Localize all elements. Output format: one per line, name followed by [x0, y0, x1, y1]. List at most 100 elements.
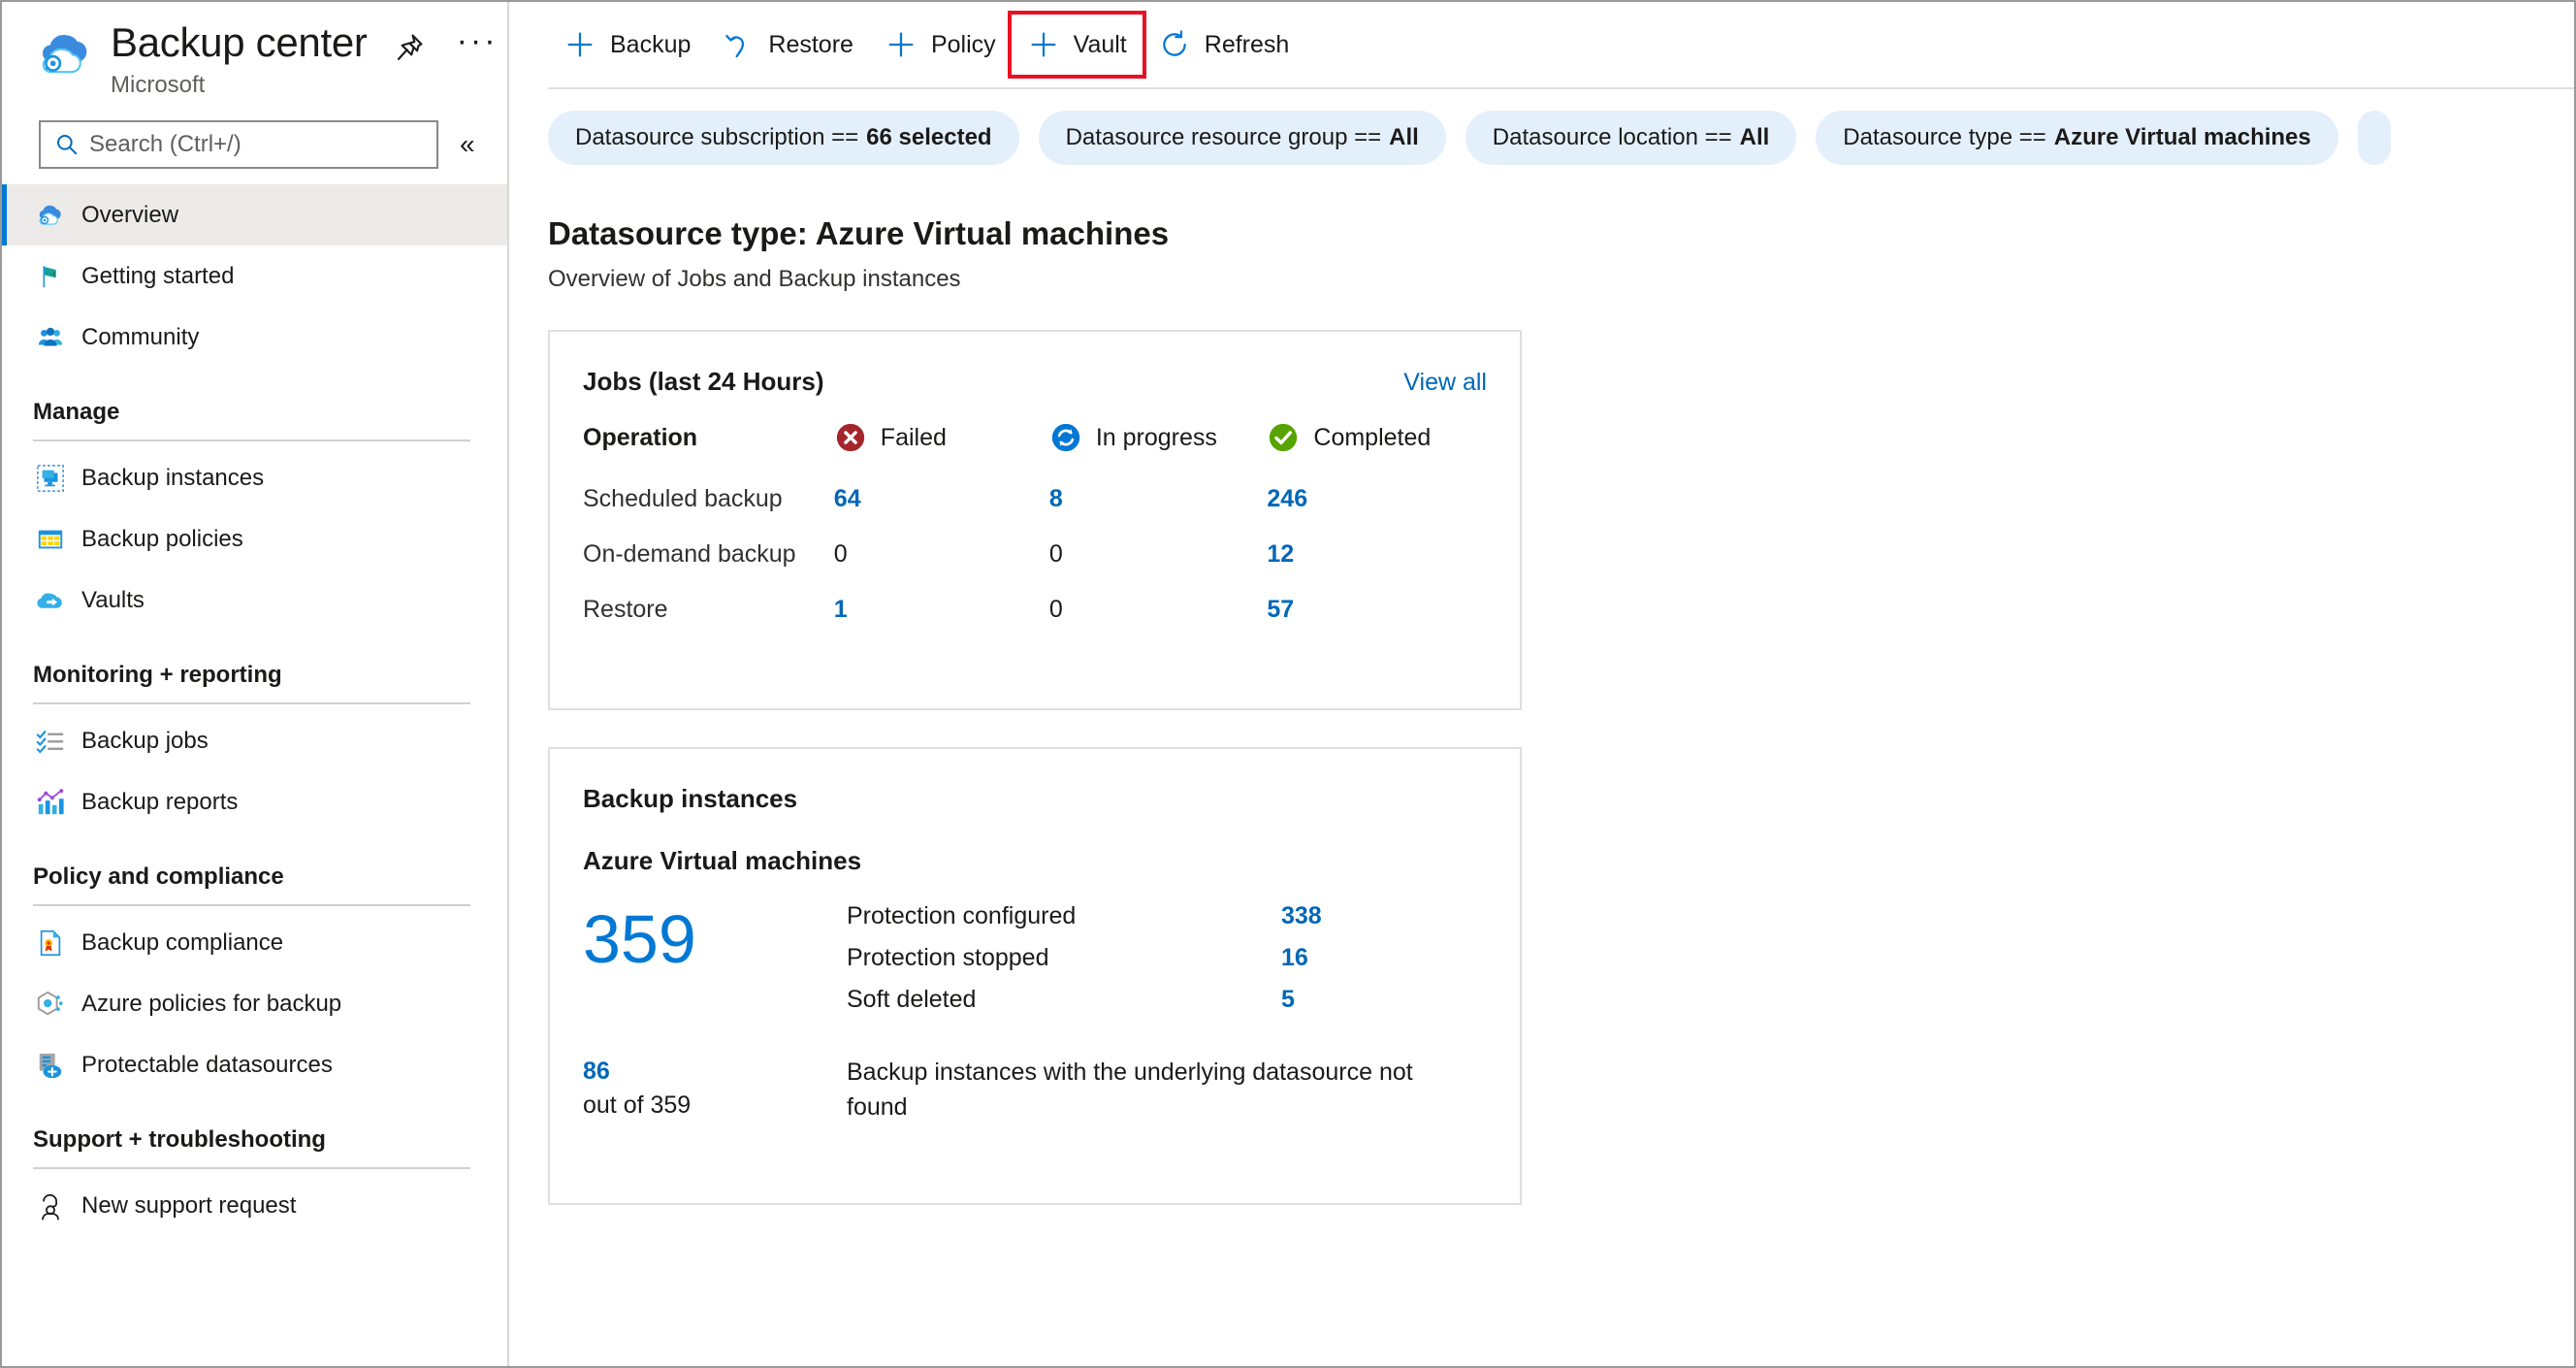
jobs-table-header-row: Operation Failed In progress Completed [583, 421, 1487, 472]
refresh-icon [1158, 28, 1191, 61]
support-person-icon [35, 1190, 66, 1221]
instances-datasource-type: Azure Virtual machines [583, 846, 862, 875]
failed-count-link[interactable]: 64 [834, 485, 861, 512]
column-label: Completed [1313, 423, 1432, 451]
completed-count-link[interactable]: 246 [1267, 485, 1307, 512]
sidebar-item-protectable-datasources[interactable]: Protectable datasources [2, 1034, 507, 1095]
sidebar-item-backup-policies[interactable]: Backup policies [2, 508, 507, 570]
search-row: « [2, 111, 507, 169]
completed-count-link[interactable]: 57 [1267, 596, 1294, 623]
bar-chart-icon [35, 787, 66, 818]
in-progress-count-link[interactable]: 8 [1049, 485, 1063, 512]
sidebar-divider [33, 1167, 470, 1169]
sidebar-group-title-policy: Policy and compliance [33, 863, 284, 890]
filter-pill-datasource-location[interactable]: Datasource location == All [1465, 111, 1797, 165]
restore-arrow-icon [722, 28, 755, 61]
list-item: Soft deleted 5 [847, 986, 1487, 1014]
success-circle-icon [1267, 421, 1300, 454]
sidebar-item-overview[interactable]: Overview [2, 184, 507, 245]
stat-label: Protection stopped [847, 944, 1049, 971]
vault-button[interactable]: Vault [1007, 11, 1146, 79]
filter-pill-overflow[interactable] [2357, 111, 2391, 165]
table-row: On-demand backup 0 0 12 [583, 527, 1487, 582]
pin-icon[interactable] [393, 31, 426, 64]
jobs-column-operation: Operation [583, 421, 834, 472]
row-failed: 1 [834, 582, 1049, 637]
jobs-card-title: Jobs (last 24 Hours) [583, 367, 824, 396]
sidebar-header: Backup center Microsoft ··· [2, 2, 507, 111]
sidebar-item-backup-compliance[interactable]: Backup compliance [2, 912, 507, 973]
filter-bar: Datasource subscription == 66 selected Da… [511, 89, 2574, 165]
sidebar-item-label: Backup jobs [81, 727, 209, 754]
cmd-label: Policy [930, 30, 996, 58]
page-title: Backup center [111, 19, 368, 65]
stat-label: Protection configured [847, 902, 1077, 929]
flag-icon [35, 261, 66, 292]
stat-value-link[interactable]: 16 [1281, 944, 1308, 972]
azure-policy-icon [35, 989, 66, 1020]
content-heading: Datasource type: Azure Virtual machines … [511, 165, 2574, 295]
row-completed: 246 [1267, 472, 1487, 527]
restore-button[interactable]: Restore [706, 15, 869, 75]
search-box[interactable] [39, 120, 438, 169]
backup-center-logo-icon [35, 23, 97, 85]
plus-icon [885, 28, 918, 61]
stat-label: Soft deleted [847, 986, 977, 1013]
stat-value-link[interactable]: 338 [1281, 902, 1322, 930]
content-title: Datasource type: Azure Virtual machines [548, 215, 1170, 251]
collapse-sidebar-button[interactable]: « [460, 131, 475, 158]
sidebar-item-new-support-request[interactable]: New support request [2, 1175, 507, 1236]
sidebar-item-backup-jobs[interactable]: Backup jobs [2, 710, 507, 771]
instances-card-title: Backup instances [583, 784, 798, 813]
sidebar-item-azure-policies-for-backup[interactable]: Azure policies for backup [2, 973, 507, 1034]
sidebar-group-title-monitoring: Monitoring + reporting [33, 662, 282, 688]
instances-stat-list: Protection configured 338 Protection sto… [847, 902, 1487, 1027]
more-options-button[interactable]: ··· [457, 24, 499, 64]
sidebar-item-getting-started[interactable]: Getting started [2, 245, 507, 307]
sidebar-item-label: Overview [81, 201, 179, 228]
filter-pill-datasource-type[interactable]: Datasource type == Azure Virtual machines [1816, 111, 2338, 165]
list-item: Protection configured 338 [847, 902, 1487, 930]
filter-operator: == [831, 124, 859, 150]
jobs-column-failed: Failed [834, 421, 1049, 472]
sidebar-item-label: Backup policies [81, 525, 243, 552]
sidebar-item-label: Getting started [81, 262, 235, 289]
sidebar-item-label: Protectable datasources [81, 1051, 333, 1078]
plus-icon [564, 28, 596, 61]
backup-instances-icon [35, 463, 66, 494]
sidebar-divider [33, 702, 470, 704]
row-operation: Restore [583, 596, 668, 623]
sidebar-divider [33, 440, 470, 441]
filter-pill-datasource-resource-group[interactable]: Datasource resource group == All [1038, 111, 1446, 165]
datasource-not-found-row: 86 out of 359 Backup instances with the … [583, 1055, 1487, 1124]
not-found-description: Backup instances with the underlying dat… [847, 1059, 1413, 1121]
sidebar-header-actions: ··· [393, 24, 499, 64]
policy-button[interactable]: Policy [869, 15, 1012, 75]
refresh-button[interactable]: Refresh [1143, 15, 1305, 75]
page-subtitle-publisher: Microsoft [111, 72, 206, 98]
sidebar-item-label: Backup reports [81, 788, 239, 815]
filter-operator: == [1354, 124, 1382, 150]
row-completed: 57 [1267, 582, 1487, 637]
failed-count: 0 [833, 540, 848, 568]
completed-count-link[interactable]: 12 [1267, 540, 1294, 568]
jobs-view-all-link[interactable]: View all [1403, 369, 1487, 397]
sidebar-item-label: Community [81, 323, 200, 350]
filter-pill-datasource-subscription[interactable]: Datasource subscription == 66 selected [548, 111, 1019, 165]
community-icon [35, 322, 66, 353]
sidebar-item-label: Azure policies for backup [81, 990, 342, 1017]
sidebar-item-community[interactable]: Community [2, 307, 507, 368]
backup-button[interactable]: Backup [548, 15, 706, 75]
sidebar-item-backup-reports[interactable]: Backup reports [2, 771, 507, 832]
filter-field: Datasource subscription [575, 124, 825, 150]
row-completed: 12 [1267, 527, 1487, 582]
sidebar-item-backup-instances[interactable]: Backup instances [2, 447, 507, 508]
not-found-count-link[interactable]: 86 [583, 1055, 847, 1088]
search-input[interactable] [89, 131, 419, 158]
filter-field: Datasource type [1843, 124, 2013, 150]
stat-value-link[interactable]: 5 [1281, 986, 1295, 1014]
sidebar-item-vaults[interactable]: Vaults [2, 570, 507, 631]
sidebar-group-title-support: Support + troubleshooting [33, 1126, 326, 1153]
failed-count-link[interactable]: 1 [834, 596, 848, 623]
backup-center-window: Backup center Microsoft ··· Search (Ctrl… [0, 0, 2576, 1368]
